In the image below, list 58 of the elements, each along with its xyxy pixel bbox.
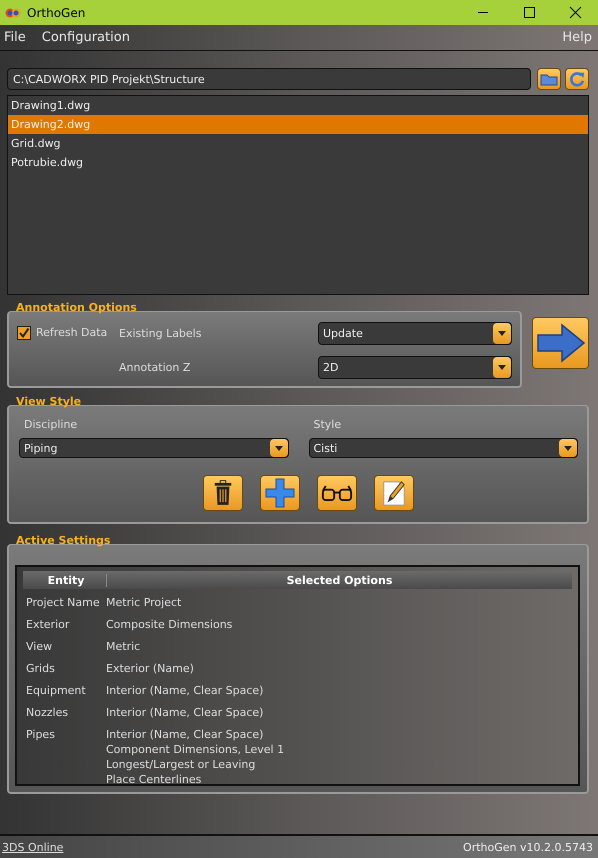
table-cell-text: Interior (Name, Clear Space) [106,727,264,742]
add-button[interactable] [260,475,300,511]
field-label: Style [312,418,342,431]
field-label: Existing Labels [119,327,202,340]
group-title: Active Settings [16,534,110,547]
table-cell-text: Pipes [25,727,56,743]
dropdown[interactable]: Piping [19,438,288,458]
table-cell-text: Interior (Name, Clear Space) [106,683,264,698]
table-cell-text: View [25,639,54,655]
column-header[interactable]: Selected Options [107,574,572,586]
table-cell-text: Project Name [25,595,101,611]
field-label: Discipline [23,418,78,431]
version-text: OrthoGen v10.2.0.5743 [463,840,593,854]
table-cell-text: Place Centerlines [106,772,202,787]
plus-icon [264,478,294,508]
dropdown[interactable]: Cisti [308,438,578,458]
caret-icon [498,331,506,336]
table-cell-text: Exterior [25,617,70,633]
glasses-button[interactable] [316,475,356,511]
drawing-list-row[interactable]: Grid.dwg [8,134,588,153]
table-cell-text: Longest/Largest or Leaving [106,757,256,772]
caret-icon [274,446,282,450]
help-menu-item[interactable]: Help [562,30,592,45]
pencil-icon [380,479,406,507]
table-cell-text: Composite Dimensions [106,617,234,632]
dropdown[interactable]: Update [318,322,512,345]
refresh-button[interactable] [565,68,589,90]
dropdown[interactable]: 2D [318,356,512,379]
drawing-list-row[interactable]: Potrubie.dwg [8,153,588,172]
glasses-icon [320,484,352,502]
path-field[interactable]: C:\CADWORX PID Projekt\Structure [7,68,531,90]
refresh-icon [568,70,586,88]
table-cell-text: Interior (Name, Clear Space) [106,705,264,720]
caret-icon [564,446,572,450]
column-header[interactable]: Entity [23,574,107,586]
menu-item[interactable]: File [4,30,26,45]
table-cell-text: Metric [106,639,142,654]
edit-button[interactable] [374,475,414,511]
table-cell-text: Grids [25,661,56,677]
caret-icon [498,365,506,370]
table-cell-text: Nozzles [25,705,70,721]
table-cell-text: Equipment [25,683,87,699]
window-title: OrthoGen [27,6,86,20]
group-title: Annotation Options [16,301,137,314]
menu-item[interactable]: Configuration [42,30,130,45]
table-cell-text: Exterior (Name) [106,661,195,676]
table-cell-text: Metric Project [106,595,182,610]
arrow-icon [536,323,586,363]
checkbox-label: Refresh Data [36,326,108,339]
checkbox[interactable] [17,326,31,340]
field-label: Annotation Z [119,361,192,374]
run-arrow-button[interactable] [532,317,589,369]
table-cell-text: Component Dimensions, Level 1 [106,742,286,757]
group-title: View Style [16,395,82,408]
trash-button[interactable] [202,475,242,511]
browse-folder-button[interactable] [537,68,561,90]
drawing-list-row[interactable]: Drawing1.dwg [8,96,588,115]
online-link[interactable]: 3DS Online [2,840,64,854]
